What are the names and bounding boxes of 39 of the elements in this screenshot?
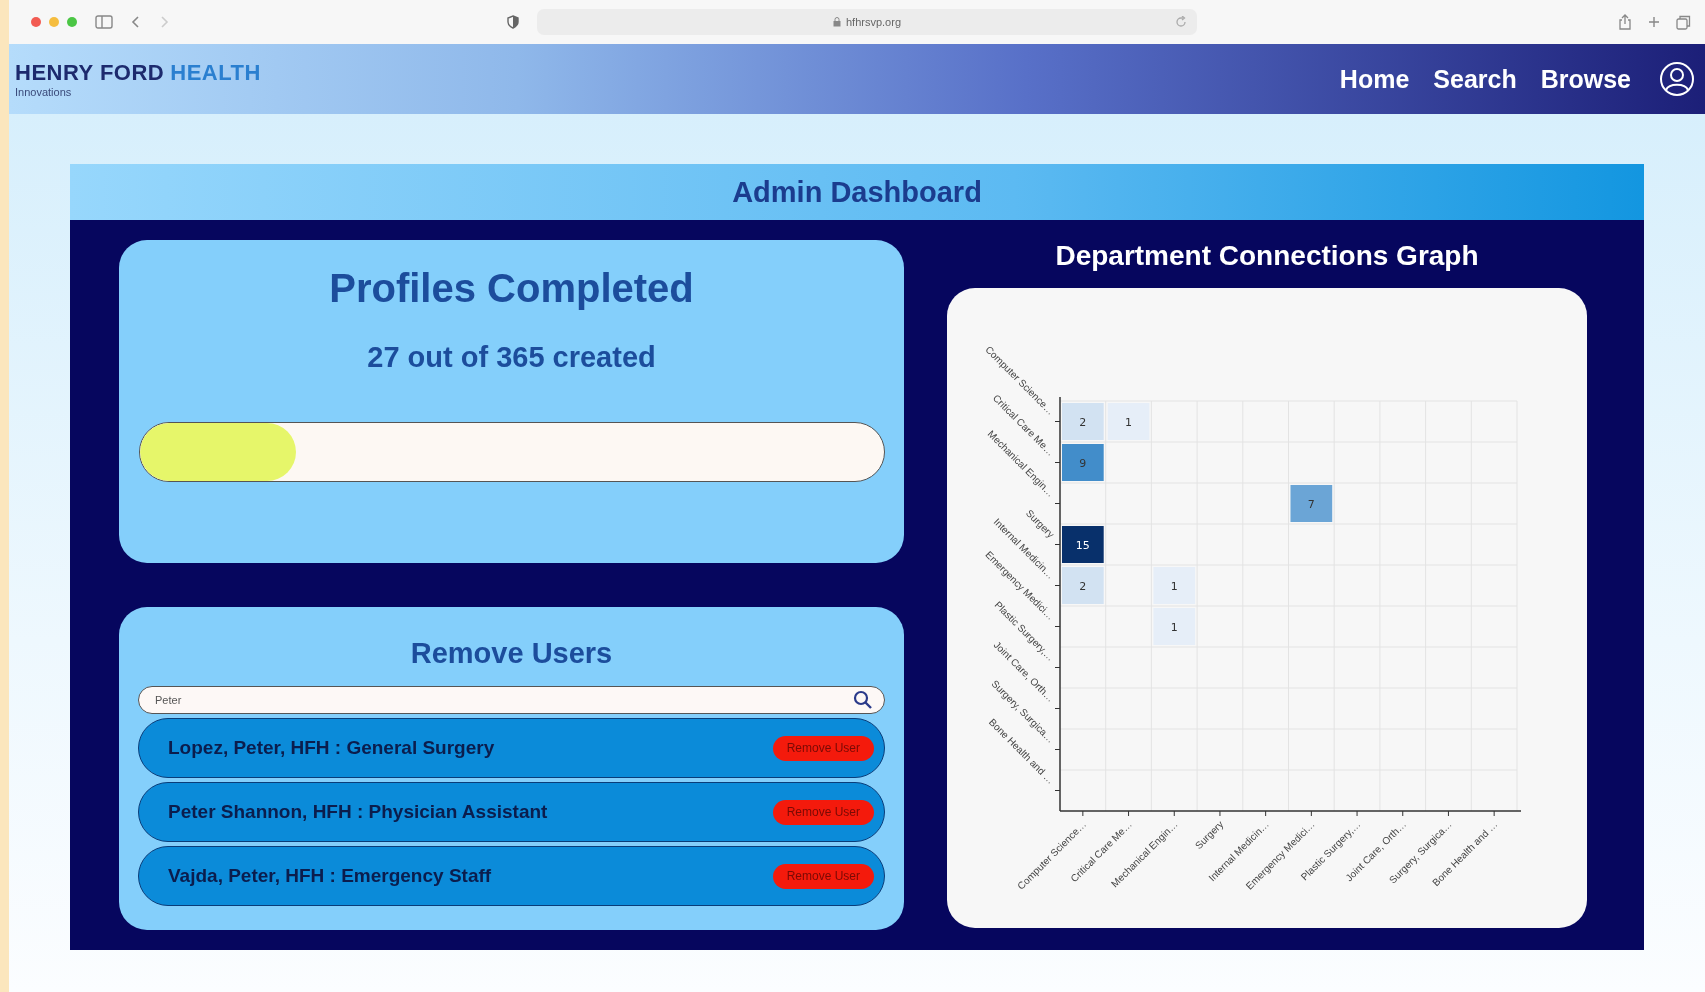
heatmap-cell	[1062, 403, 1104, 440]
search-field[interactable]: Peter	[138, 686, 885, 714]
sidebar-icon[interactable]	[95, 15, 113, 29]
user-name: Lopez, Peter, HFH : General Surgery	[168, 737, 495, 759]
heatmap-cell	[1062, 526, 1104, 563]
cell-value: 1	[1170, 620, 1178, 634]
cell-value: 2	[1079, 415, 1087, 429]
share-icon[interactable]	[1618, 14, 1632, 30]
cell-value: 2	[1079, 579, 1087, 593]
logo-tagline: Innovations	[15, 86, 73, 98]
nav-link[interactable]: Search	[1433, 64, 1517, 94]
window-controls-icon[interactable]	[31, 17, 77, 27]
search-icon[interactable]	[853, 690, 873, 710]
heatmap-cell	[1062, 444, 1104, 481]
tabs-icon[interactable]	[1676, 14, 1691, 30]
cell-value: 1	[1125, 415, 1133, 429]
user-name: Vajda, Peter, HFH : Emergency Staff	[168, 865, 492, 887]
profiles-title: Profiles Completed	[329, 266, 694, 311]
cell-value: 9	[1079, 456, 1087, 470]
cell-value: 7	[1307, 497, 1315, 511]
shield-icon[interactable]	[507, 15, 519, 29]
user-icon[interactable]	[1659, 61, 1695, 97]
address-bar[interactable]: hfhrsvp.org	[537, 9, 1197, 35]
nav-link[interactable]: Home	[1339, 64, 1410, 94]
reload-icon[interactable]	[1175, 16, 1187, 28]
heatmap-cell	[1290, 485, 1333, 522]
remove-users-title: Remove Users	[410, 637, 613, 670]
logo-text[interactable]: HENRY FORD	[15, 60, 165, 86]
back-icon[interactable]	[131, 15, 141, 29]
nav-link[interactable]: Browse	[1540, 64, 1631, 94]
dashboard-title: Admin Dashboard	[732, 175, 982, 209]
lock-icon	[833, 17, 841, 27]
profiles-summary: 27 out of 365 created	[367, 341, 656, 374]
cell-value: 1	[1170, 579, 1178, 593]
heatmap-cell	[1062, 567, 1104, 604]
graph-title: Department Connections Graph	[1055, 240, 1479, 272]
cell-value: 15	[1075, 538, 1090, 552]
plus-icon[interactable]	[1648, 16, 1660, 28]
user-name: Peter Shannon, HFH : Physician Assistant	[168, 801, 548, 823]
